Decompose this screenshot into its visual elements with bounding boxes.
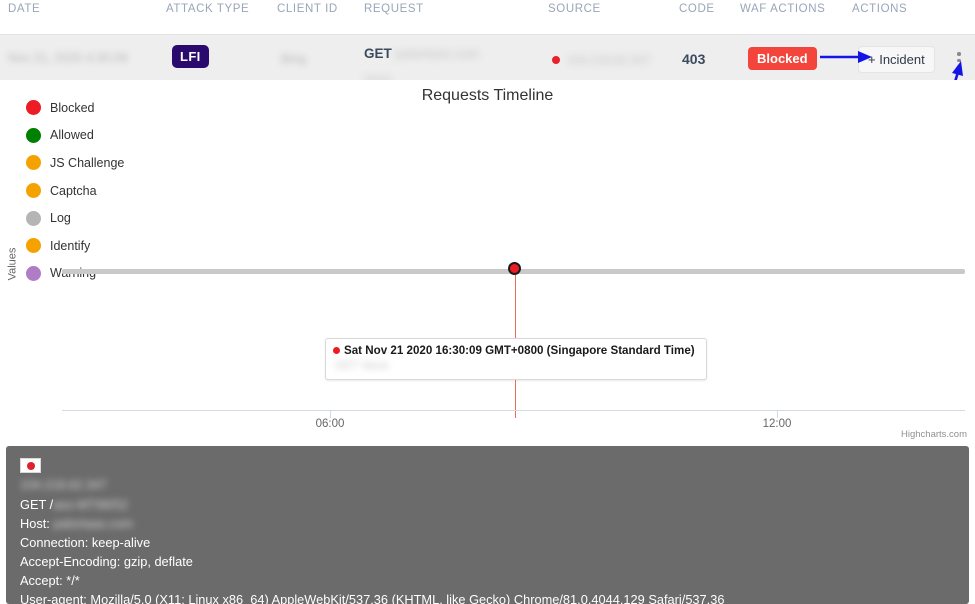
kebab-dot bbox=[957, 52, 961, 56]
x-axis-tick bbox=[777, 411, 778, 418]
chart-data-point-blocked[interactable] bbox=[508, 262, 521, 275]
raw-request-path: ass-MT99/52 bbox=[53, 497, 128, 512]
cell-source: 104.218.62.347 bbox=[552, 51, 650, 67]
requests-timeline-chart: Requests Timeline Values Blocked Allowed… bbox=[0, 80, 975, 444]
legend-label: Captcha bbox=[50, 183, 97, 198]
x-axis-label: 12:00 bbox=[762, 418, 792, 430]
tooltip-detail: GET /asss bbox=[335, 360, 389, 372]
kebab-dot bbox=[957, 58, 961, 62]
cell-client-id: Bing bbox=[281, 52, 307, 66]
tooltip-timestamp-text: Sat Nov 21 2020 16:30:09 GMT+0800 (Singa… bbox=[344, 344, 695, 357]
column-header-actions[interactable]: ACTIONS bbox=[852, 3, 907, 15]
chart-title: Requests Timeline bbox=[421, 87, 554, 104]
table-row[interactable]: Nov 21, 2020 4:30:09 LFI Bing GET palant… bbox=[0, 34, 975, 86]
legend-item-blocked[interactable]: Blocked bbox=[26, 94, 124, 122]
legend-label: Identify bbox=[50, 238, 91, 253]
raw-host-prefix: Host: bbox=[20, 516, 50, 531]
tooltip-series-dot bbox=[333, 347, 340, 354]
raw-host-value: palsrtaas.com bbox=[53, 516, 134, 531]
legend-label: Allowed bbox=[50, 128, 94, 143]
chart-legend: Blocked Allowed JS Challenge Captcha Log… bbox=[26, 94, 124, 287]
raw-request-prefix: GET / bbox=[20, 497, 54, 512]
legend-item-log[interactable]: Log bbox=[26, 204, 124, 232]
legend-swatch-js-challenge bbox=[26, 155, 41, 171]
x-axis-tick bbox=[330, 411, 331, 418]
request-host: palantass.com bbox=[395, 46, 480, 61]
x-axis-label: 06:00 bbox=[315, 418, 345, 430]
legend-swatch-captcha bbox=[26, 183, 41, 199]
chart-y-axis-title: Values bbox=[6, 247, 19, 281]
raw-line-user-agent: User-agent: Mozilla/5.0 (X11; Linux x86_… bbox=[20, 592, 725, 604]
request-method: GET bbox=[364, 46, 392, 61]
raw-source-ip: 104.218.62.347 bbox=[20, 478, 107, 492]
legend-swatch-log bbox=[26, 210, 41, 226]
chart-x-axis bbox=[62, 410, 965, 411]
column-header-source[interactable]: SOURCE bbox=[548, 3, 601, 15]
legend-item-captcha[interactable]: Captcha bbox=[26, 177, 124, 205]
column-header-code[interactable]: CODE bbox=[679, 3, 715, 15]
add-incident-button[interactable]: + Incident bbox=[858, 46, 935, 73]
cell-waf-action: Blocked bbox=[748, 47, 817, 70]
column-header-request[interactable]: REQUEST bbox=[364, 3, 424, 15]
chart-tooltip: Sat Nov 21 2020 16:30:09 GMT+0800 (Singa… bbox=[325, 338, 707, 380]
flag-sun-circle bbox=[26, 461, 35, 470]
raw-line-accept: Accept: */* bbox=[20, 573, 80, 588]
column-header-waf-actions[interactable]: WAF ACTIONS bbox=[740, 3, 825, 15]
attack-type-badge: LFI bbox=[172, 45, 209, 68]
raw-line-connection: Connection: keep-alive bbox=[20, 535, 151, 550]
legend-item-identify[interactable]: Identify bbox=[26, 232, 124, 260]
legend-swatch-allowed bbox=[26, 127, 41, 143]
column-header-date[interactable]: DATE bbox=[8, 3, 40, 15]
status-badge-blocked: Blocked bbox=[748, 47, 817, 70]
legend-swatch-identify bbox=[26, 238, 41, 254]
cell-actions: + Incident bbox=[858, 46, 935, 73]
column-header-attack-type[interactable]: ATTACK TYPE bbox=[166, 3, 249, 15]
raw-request-panel: 104.218.62.347 GET /ass-MT99/52 Host: pa… bbox=[6, 446, 969, 604]
cell-response-code: 403 bbox=[682, 51, 706, 67]
legend-label: Blocked bbox=[50, 100, 95, 115]
raw-line-request: GET /ass-MT99/52 bbox=[20, 495, 955, 514]
cell-date: Nov 21, 2020 4:30:09 bbox=[8, 51, 128, 65]
legend-swatch-blocked bbox=[26, 100, 41, 116]
table-header-row: DATE ATTACK TYPE CLIENT ID REQUEST SOURC… bbox=[0, 0, 975, 34]
japan-flag-icon bbox=[552, 55, 560, 64]
attack-log-table: DATE ATTACK TYPE CLIENT ID REQUEST SOURC… bbox=[0, 0, 975, 86]
kebab-dot bbox=[957, 65, 961, 69]
legend-item-allowed[interactable]: Allowed bbox=[26, 122, 124, 150]
legend-label: JS Challenge bbox=[50, 155, 125, 170]
highcharts-credits-link[interactable]: Highcharts.com bbox=[901, 429, 967, 440]
cell-attack-type: LFI bbox=[172, 45, 209, 68]
tooltip-timestamp: Sat Nov 21 2020 16:30:09 GMT+0800 (Singa… bbox=[333, 344, 699, 357]
kebab-menu-icon[interactable] bbox=[957, 52, 961, 72]
legend-label: Log bbox=[50, 211, 71, 226]
legend-item-js-challenge[interactable]: JS Challenge bbox=[26, 149, 124, 177]
japan-flag-icon bbox=[20, 458, 41, 473]
raw-line-host: Host: palsrtaas.com bbox=[20, 514, 955, 533]
column-header-client-id[interactable]: CLIENT ID bbox=[277, 3, 338, 15]
source-ip: 104.218.62.347 bbox=[567, 52, 651, 67]
legend-swatch-warning bbox=[26, 265, 41, 281]
raw-line-accept-encoding: Accept-Encoding: gzip, deflate bbox=[20, 554, 193, 569]
